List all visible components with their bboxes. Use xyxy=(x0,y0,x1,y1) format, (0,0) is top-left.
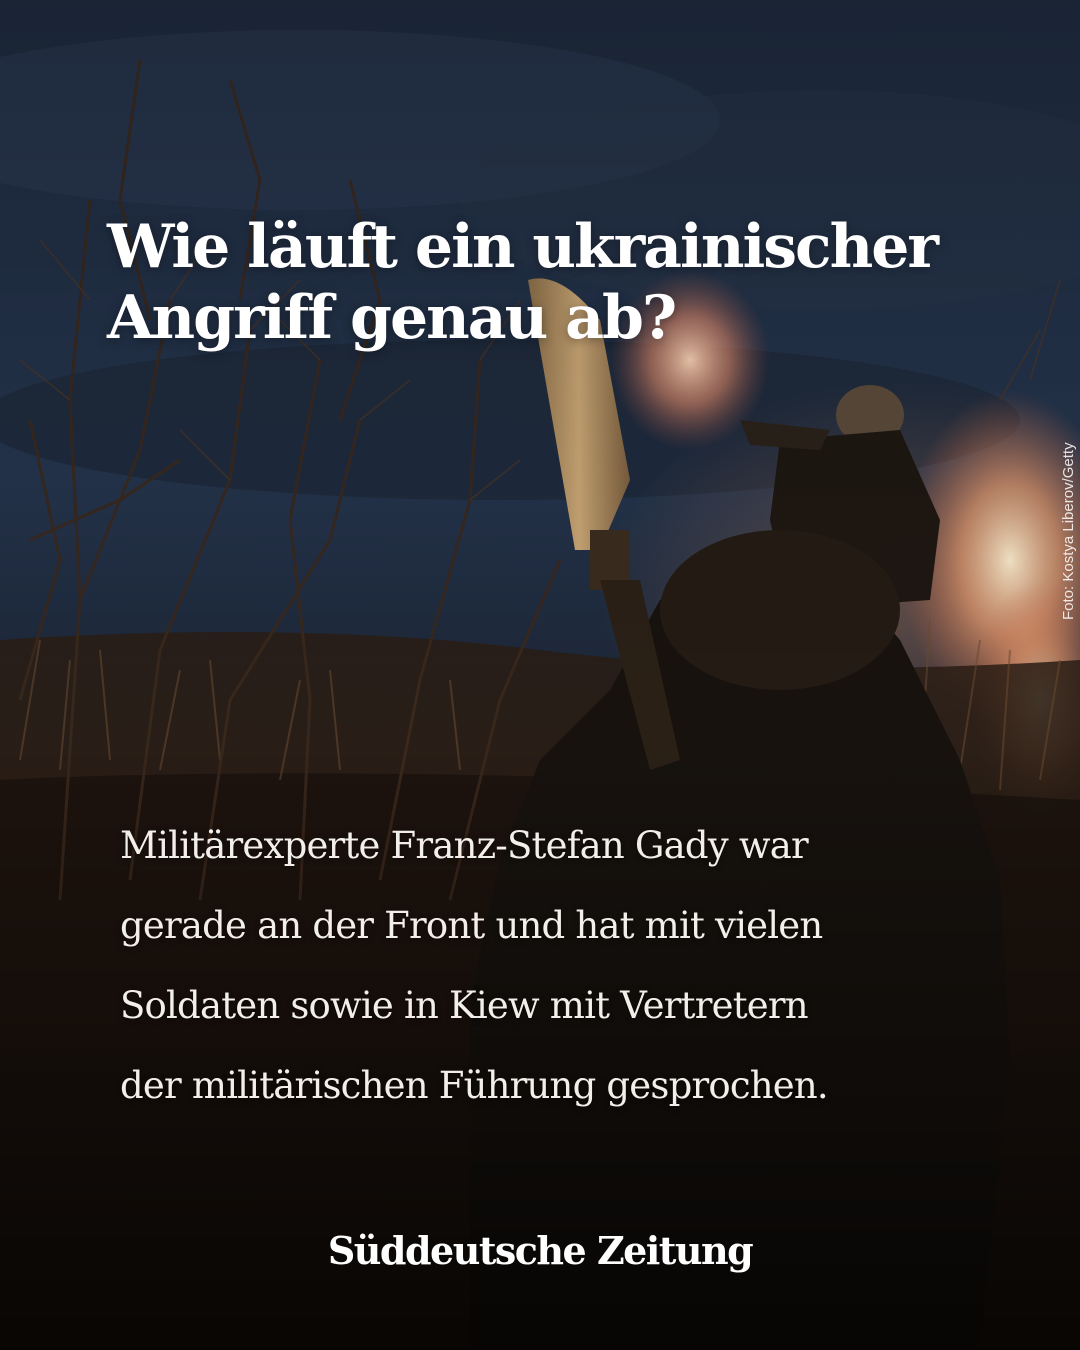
brand-logo: Süddeutsche Zeitung xyxy=(327,1228,754,1273)
body-line-3: Soldaten sowie in Kiew mit Vertretern xyxy=(120,984,809,1027)
headline-line-2: Angriff genau ab? xyxy=(107,283,677,353)
headline-line-1: Wie läuft ein ukrainischer xyxy=(107,212,939,282)
headline: Wie läuft ein ukrainischer Angriff genau… xyxy=(107,212,1007,354)
body-line-2: gerade an der Front und hat mit vielen xyxy=(120,904,823,947)
background-photo xyxy=(0,0,1080,1350)
battlefield-photo-graphic xyxy=(0,0,1080,1350)
photo-credit: Foto: Kostya Liberov/Getty xyxy=(1060,442,1077,620)
body-line-4: der militärischen Führung gesprochen. xyxy=(120,1064,829,1107)
body-text: Militärexperte Franz-Stefan Gady war ger… xyxy=(120,806,1000,1126)
body-line-1: Militärexperte Franz-Stefan Gady war xyxy=(120,824,809,867)
